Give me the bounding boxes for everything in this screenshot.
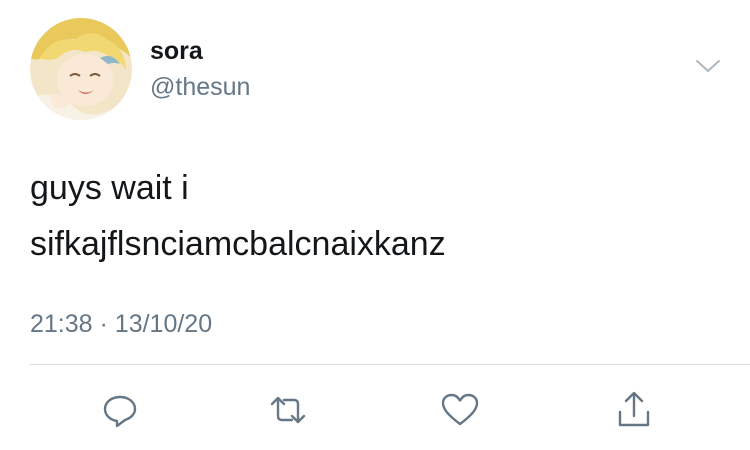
display-name[interactable]: sora xyxy=(150,36,203,66)
user-handle[interactable]: @thesun xyxy=(150,72,250,102)
tweet-timestamp: 21:38 · 13/10/20 xyxy=(30,309,212,339)
tweet-time: 21:38 xyxy=(30,310,93,338)
share-button[interactable] xyxy=(612,388,656,432)
tweet-text-line: sifkajflsnciamcbalcnaixkanz xyxy=(30,225,446,263)
timestamp-separator: · xyxy=(99,310,108,338)
tweet-text: guys wait i sifkajflsnciamcbalcnaixkanz xyxy=(30,160,720,272)
speech-bubble-icon xyxy=(103,395,137,428)
retweet-arrows-icon xyxy=(270,396,306,424)
chevron-down-icon[interactable] xyxy=(694,56,722,76)
like-button[interactable] xyxy=(438,388,482,432)
reply-button[interactable] xyxy=(98,388,142,432)
divider xyxy=(30,364,750,365)
heart-outline-icon xyxy=(441,393,479,426)
tweet-card: sora @thesun guys wait i sifkajflsnciamc… xyxy=(0,0,750,450)
avatar[interactable] xyxy=(30,18,132,120)
share-upload-icon xyxy=(618,391,650,427)
tweet-text-line: guys wait i xyxy=(30,169,189,207)
retweet-button[interactable] xyxy=(266,388,310,432)
avatar-image xyxy=(30,18,132,120)
tweet-date: 13/10/20 xyxy=(114,310,213,338)
